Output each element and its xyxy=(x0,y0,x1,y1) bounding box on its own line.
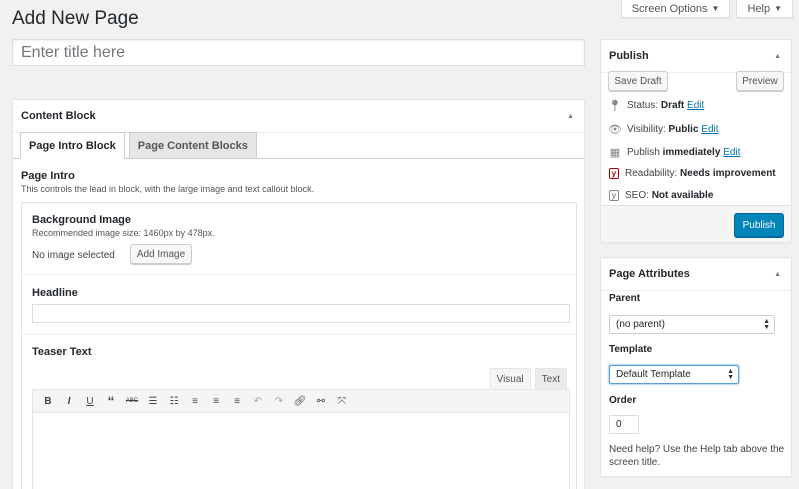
edit-visibility-link[interactable]: Edit xyxy=(701,124,718,135)
publish-title: Publish xyxy=(609,50,649,62)
caret-down-icon: ▼ xyxy=(711,4,720,13)
tab-page-intro-block[interactable]: Page Intro Block xyxy=(20,132,125,159)
background-image-label: Background Image xyxy=(32,214,132,226)
page-intro-description: This controls the lead in block, with th… xyxy=(21,184,315,194)
readability-row: y Readability: Needs improvement xyxy=(609,168,776,179)
order-label: Order xyxy=(609,395,637,406)
select-arrows-icon: ▲ ▼ xyxy=(763,317,770,331)
content-block-metabox: Content Block ▲ Page Intro Block Page Co… xyxy=(12,99,585,489)
align-left-icon[interactable]: ≡ xyxy=(186,392,204,410)
status-value: Draft xyxy=(660,100,685,111)
status-label: Status: xyxy=(627,100,659,111)
template-select-value: Default Template xyxy=(616,369,691,380)
redo-icon[interactable]: ↷ xyxy=(270,392,288,410)
eye-icon: 👁︎ xyxy=(608,124,622,136)
status-row: 📍︎ Status: Draft Edit xyxy=(608,99,704,112)
publish-metabox: Publish ▲ Save Draft Preview 📍︎ Status: … xyxy=(600,39,792,243)
page-attributes-help: Need help? Use the Help tab above the sc… xyxy=(609,444,785,468)
caret-down-icon: ▼ xyxy=(774,4,782,13)
page-attributes-title: Page Attributes xyxy=(609,268,690,280)
parent-select-value: (no parent) xyxy=(616,319,665,330)
teaser-text-label: Teaser Text xyxy=(32,346,92,358)
fullscreen-icon[interactable]: ⤧ xyxy=(333,392,351,410)
background-image-field: Background Image Recommended image size:… xyxy=(22,203,576,275)
page-attributes-header[interactable]: Page Attributes ▲ xyxy=(601,258,791,291)
screen-meta-links: Screen Options ▼ Help ▼ xyxy=(620,0,799,18)
save-draft-button[interactable]: Save Draft xyxy=(608,71,668,91)
blockquote-icon[interactable]: “ xyxy=(102,392,120,410)
publish-date-row: ▦ Publish immediately Edit xyxy=(609,146,741,159)
editor-toolbar: B I U “ ABC ☰ ☷ ≡ ≡ ≡ ↶ ↷ 🔗︎ ⚯ ⤧ xyxy=(32,389,570,413)
page-intro-heading: Page Intro xyxy=(21,170,75,182)
tab-page-content-blocks[interactable]: Page Content Blocks xyxy=(128,132,257,159)
screen-options-label: Screen Options xyxy=(631,2,708,15)
headline-label: Headline xyxy=(32,287,78,299)
seo-label: SEO: xyxy=(625,190,649,201)
help-button[interactable]: Help ▼ xyxy=(736,0,793,18)
help-label: Help xyxy=(747,2,771,15)
collapse-arrow-icon[interactable]: ▲ xyxy=(567,113,574,120)
unlink-icon[interactable]: ⚯ xyxy=(312,392,330,410)
page-attributes-metabox: Page Attributes ▲ Parent (no parent) ▲ ▼ … xyxy=(600,257,792,477)
readability-value: Needs improvement xyxy=(680,168,776,179)
link-icon[interactable]: 🔗︎ xyxy=(291,392,309,410)
italic-icon[interactable]: I xyxy=(60,392,78,410)
bullet-list-icon[interactable]: ☰ xyxy=(144,392,162,410)
tab-visual[interactable]: Visual xyxy=(489,368,531,389)
publish-header[interactable]: Publish ▲ xyxy=(601,40,791,73)
background-image-desc: Recommended image size: 1460px by 478px. xyxy=(32,228,215,238)
add-image-button[interactable]: Add Image xyxy=(130,244,192,264)
collapse-arrow-icon[interactable]: ▲ xyxy=(774,271,781,278)
publish-actions: Save Draft Preview xyxy=(608,71,784,91)
visibility-row: 👁︎ Visibility: Public Edit xyxy=(608,123,719,136)
intro-fields: Background Image Recommended image size:… xyxy=(21,202,577,489)
template-select[interactable]: Default Template ▲ ▼ xyxy=(609,365,739,384)
bold-icon[interactable]: B xyxy=(39,392,57,410)
align-right-icon[interactable]: ≡ xyxy=(228,392,246,410)
edit-publish-date-link[interactable]: Edit xyxy=(723,147,740,158)
content-block-title: Content Block xyxy=(21,110,96,122)
underline-icon[interactable]: U xyxy=(81,392,99,410)
calendar-icon: ▦ xyxy=(609,147,621,159)
collapse-arrow-icon[interactable]: ▲ xyxy=(774,53,781,60)
visibility-value: Public xyxy=(668,124,699,135)
publish-button[interactable]: Publish xyxy=(734,213,784,237)
parent-label: Parent xyxy=(609,293,641,304)
yoast-readability-icon: y xyxy=(609,168,619,179)
headline-input[interactable] xyxy=(32,304,570,323)
seo-row: y SEO: Not available xyxy=(609,190,713,201)
publish-date-label: Publish xyxy=(627,147,660,158)
edit-status-link[interactable]: Edit xyxy=(687,100,704,111)
publish-date-value: immediately xyxy=(662,147,721,158)
yoast-seo-icon: y xyxy=(609,190,619,201)
select-arrows-icon: ▲ ▼ xyxy=(727,367,734,381)
numbered-list-icon[interactable]: ☷ xyxy=(165,392,183,410)
align-center-icon[interactable]: ≡ xyxy=(207,392,225,410)
page-title: Add New Page xyxy=(12,8,139,29)
seo-value: Not available xyxy=(651,190,714,201)
readability-label: Readability: xyxy=(625,168,678,179)
publish-footer: Publish xyxy=(601,205,791,242)
no-image-status: No image selected xyxy=(32,250,115,261)
title-input[interactable]: Enter title here xyxy=(12,39,585,66)
content-tabs: Page Intro Block Page Content Blocks xyxy=(20,132,257,159)
strikethrough-icon[interactable]: ABC xyxy=(123,392,141,410)
screen-options-button[interactable]: Screen Options ▼ xyxy=(620,0,731,18)
parent-select[interactable]: (no parent) ▲ ▼ xyxy=(609,315,775,334)
tab-text[interactable]: Text xyxy=(534,368,567,389)
order-input[interactable]: 0 xyxy=(609,415,639,434)
undo-icon[interactable]: ↶ xyxy=(249,392,267,410)
content-block-header[interactable]: Content Block ▲ xyxy=(13,100,584,133)
pin-icon: 📍︎ xyxy=(608,100,622,112)
teaser-text-editor[interactable] xyxy=(32,413,570,489)
preview-button[interactable]: Preview xyxy=(736,71,784,91)
editor-mode-tabs: Visual Text xyxy=(489,368,567,389)
visibility-label: Visibility: xyxy=(627,124,666,135)
template-label: Template xyxy=(609,344,653,355)
